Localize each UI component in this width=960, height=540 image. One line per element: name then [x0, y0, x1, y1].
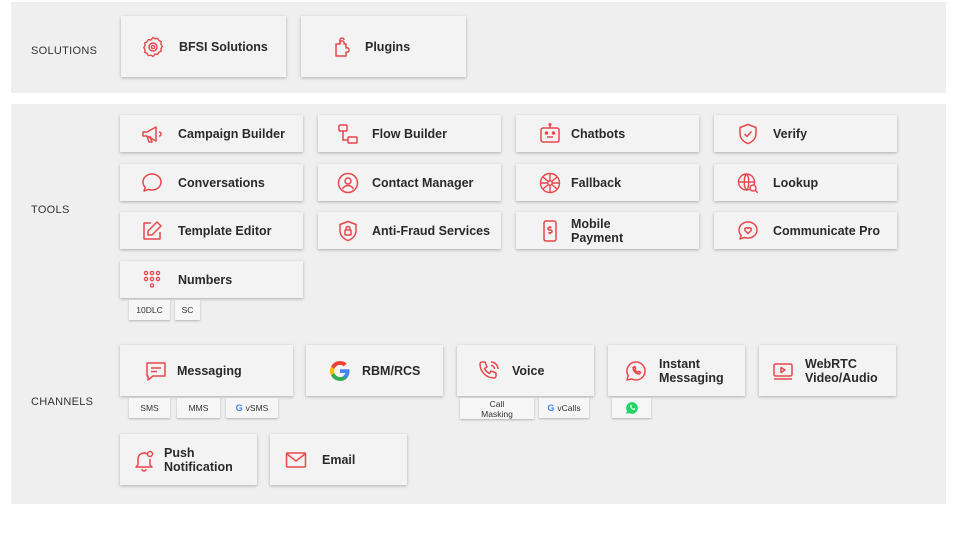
messaging-label: Messaging	[177, 363, 242, 378]
verify-label: Verify	[773, 126, 808, 141]
robot-icon	[538, 122, 562, 146]
whatsapp-outline-icon	[624, 359, 648, 383]
email-card[interactable]: Email	[270, 434, 407, 485]
chatbots-label: Chatbots	[571, 126, 626, 141]
numbers-label: Numbers	[178, 272, 233, 287]
template-editor-label: Template Editor	[178, 223, 272, 238]
communicate-pro-card[interactable]: Communicate Pro	[714, 212, 897, 249]
verify-card[interactable]: Verify	[714, 115, 897, 152]
plugins-label: Plugins	[365, 39, 411, 54]
webrtc-card[interactable]: WebRTC Video/Audio	[759, 345, 896, 396]
conversations-label: Conversations	[178, 175, 265, 190]
template-editor-card[interactable]: Template Editor	[120, 212, 303, 249]
chip-vcalls[interactable]: G vCalls	[539, 398, 589, 418]
webrtc-label: WebRTC Video/Audio	[805, 356, 878, 385]
channels-label: CHANNELS	[31, 396, 94, 408]
voice-label: Voice	[512, 363, 545, 378]
messaging-card[interactable]: Messaging	[120, 345, 293, 396]
chip-vsms[interactable]: G vSMS	[226, 398, 278, 418]
campaign-builder-label: Campaign Builder	[178, 126, 285, 141]
contact-manager-card[interactable]: Contact Manager	[318, 164, 501, 201]
mobile-dollar-icon	[538, 219, 562, 243]
push-notification-card[interactable]: Push Notification	[120, 434, 257, 485]
instant-messaging-card[interactable]: Instant Messaging	[608, 345, 745, 396]
bfsi-solutions-label: BFSI Solutions	[179, 39, 268, 54]
contact-manager-label: Contact Manager	[372, 175, 474, 190]
fallback-label: Fallback	[571, 175, 622, 190]
chip-call-masking[interactable]: Call Masking	[460, 398, 534, 419]
chip-sc[interactable]: SC	[175, 300, 200, 320]
mobile-payment-card[interactable]: Mobile Payment	[516, 212, 699, 249]
voice-card[interactable]: Voice	[457, 345, 594, 396]
person-circle-icon	[336, 171, 360, 195]
video-screen-icon	[771, 359, 795, 383]
tools-label: TOOLS	[31, 204, 70, 216]
campaign-builder-card[interactable]: Campaign Builder	[120, 115, 303, 152]
google-mini-icon: G	[235, 403, 243, 413]
shield-check-icon	[736, 122, 760, 146]
mobile-payment-label: Mobile Payment	[571, 216, 624, 245]
conversations-card[interactable]: Conversations	[120, 164, 303, 201]
chip-mms[interactable]: MMS	[177, 398, 220, 418]
numbers-card[interactable]: Numbers	[120, 261, 303, 298]
chip-10dlc[interactable]: 10DLC	[129, 300, 170, 320]
gear-icon	[141, 35, 165, 59]
puzzle-icon	[331, 35, 355, 59]
whatsapp-icon	[625, 401, 639, 415]
lookup-card[interactable]: Lookup	[714, 164, 897, 201]
bell-icon	[132, 448, 156, 472]
plugins-card[interactable]: Plugins	[301, 16, 466, 77]
rbm-rcs-label: RBM/RCS	[362, 363, 421, 378]
chatbots-card[interactable]: Chatbots	[516, 115, 699, 152]
megaphone-icon	[140, 122, 164, 146]
fallback-card[interactable]: Fallback	[516, 164, 699, 201]
keypad-icon	[140, 268, 164, 292]
solutions-label: SOLUTIONS	[31, 45, 98, 57]
lookup-label: Lookup	[773, 175, 819, 190]
message-icon	[144, 359, 168, 383]
chip-whatsapp[interactable]	[612, 398, 651, 418]
network-globe-icon	[538, 171, 562, 195]
edit-icon	[140, 219, 164, 243]
google-icon	[328, 359, 352, 383]
instant-messaging-label: Instant Messaging	[659, 356, 724, 385]
chat-heart-icon	[736, 219, 760, 243]
flow-builder-label: Flow Builder	[372, 126, 447, 141]
google-mini-icon: G	[547, 403, 555, 413]
email-label: Email	[322, 452, 356, 467]
phone-icon	[477, 359, 501, 383]
anti-fraud-services-label: Anti-Fraud Services	[372, 223, 491, 238]
bfsi-solutions-card[interactable]: BFSI Solutions	[121, 16, 286, 77]
chip-sms[interactable]: SMS	[129, 398, 170, 418]
rbm-rcs-card[interactable]: RBM/RCS	[306, 345, 443, 396]
flow-icon	[336, 122, 360, 146]
globe-search-icon	[736, 171, 760, 195]
envelope-icon	[284, 448, 308, 472]
communicate-pro-label: Communicate Pro	[773, 223, 880, 238]
call-masking-text: Call Masking	[481, 398, 513, 419]
flow-builder-card[interactable]: Flow Builder	[318, 115, 501, 152]
chat-bubble-icon	[140, 171, 164, 195]
push-notification-label: Push Notification	[164, 445, 233, 474]
shield-lock-icon	[336, 219, 360, 243]
anti-fraud-services-card[interactable]: Anti-Fraud Services	[318, 212, 501, 249]
